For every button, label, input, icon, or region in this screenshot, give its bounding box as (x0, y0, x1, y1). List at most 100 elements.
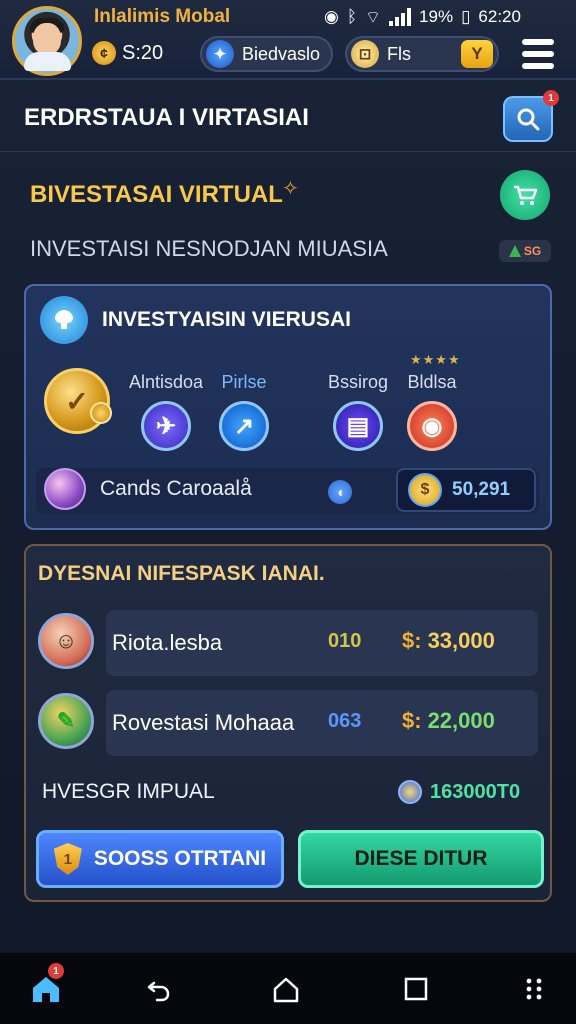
row-name: Riota.lesba (112, 630, 223, 655)
row-name: Rovestasi Mohaaa (112, 710, 295, 735)
summary-icon (398, 780, 422, 804)
page-title: ERDRSTAUA I VIRTASIAI (24, 104, 309, 131)
option-label: Alntisdoa (128, 372, 204, 392)
circle-home-icon (273, 977, 299, 1003)
option-label: Pirlse (221, 372, 267, 392)
header-divider (0, 151, 576, 152)
square-icon (404, 977, 428, 1001)
virtual-title: BIVESTASAI VIRTUAL (30, 181, 283, 208)
menu-button[interactable] (518, 34, 558, 74)
bottom-navigation: 1 (0, 952, 576, 1024)
ticket-icon: ⊡ (351, 40, 379, 68)
menu-icon-line-2 (522, 51, 554, 57)
menu-icon-line-3 (522, 63, 554, 69)
search-button[interactable]: 1 (503, 90, 559, 142)
gold-coin-icon: ✓ (44, 368, 112, 434)
plane-icon: ✈ (141, 401, 191, 451)
back-button[interactable] (131, 963, 187, 1015)
recent-apps-button[interactable] (388, 963, 444, 1015)
row-avatar-brush: ✎ (38, 693, 94, 749)
row-amount-value: 33,000 (427, 628, 495, 653)
growth-icon (40, 296, 88, 344)
coin-counter[interactable]: ¢ S:20 (92, 38, 184, 68)
battery-icon: ▯ (461, 7, 471, 26)
row-avatar-person: ☺ (38, 613, 94, 669)
search-badge: 1 (543, 90, 559, 106)
option-bldlsa[interactable]: Bldlsa ◉ (392, 372, 472, 451)
row-amount: $: 22,000 (402, 708, 495, 734)
portfolio-card-title: DYESNAI NIFESPASK IANAI. (38, 562, 325, 585)
app-name: Inlalimis Mobal (94, 6, 231, 27)
secondary-action-label: DIESE DITUR (354, 847, 488, 870)
balance-pill-label: Biedvaslo (242, 43, 321, 64)
eye-icon: ◉ (324, 7, 339, 26)
battery-text: 19% (419, 7, 454, 26)
bluetooth-icon: ᛒ (346, 7, 358, 26)
profile-avatar[interactable] (12, 6, 82, 76)
dollar-icon: $: (402, 628, 422, 653)
search-icon (517, 108, 540, 131)
coin-icon: ¢ (92, 41, 116, 65)
summary-value-chip: 163000T0 (398, 780, 520, 804)
file-pill[interactable]: ⊡ Fls Y (345, 36, 499, 72)
cart-icon (514, 185, 538, 205)
growth-icon-shape (55, 310, 73, 329)
trophy-icon[interactable]: Y (461, 40, 493, 68)
footer-value-chip[interactable]: $ 50,291 (396, 468, 536, 512)
system-home-button[interactable] (258, 963, 314, 1015)
investment-card-title: INVESTYAISIN VIERUSAI (102, 308, 351, 331)
trend-up-icon (508, 245, 521, 257)
cart-button[interactable] (500, 170, 550, 220)
diamond-icon: ✦ (206, 40, 234, 68)
virtual-subtitle: INVESTAISI NESNODJAN MIUASIA (30, 236, 388, 261)
rating-stars: ★★★★ (410, 352, 461, 367)
status-bar: ◉ ᛒ ⌔ 19% ▯ 62:20 (324, 4, 569, 30)
home-badge: 1 (48, 963, 64, 979)
trend-badge-text: SG (523, 244, 542, 258)
footer-value: 50,291 (452, 479, 511, 500)
chart-icon: ↗ (219, 401, 269, 451)
top-bar: Inlalimis Mobal ¢ S:20 ✦ Biedvaslo ⊡ Fls… (0, 0, 576, 80)
primary-action-button[interactable]: 1 SOOSS OTRTANI (36, 830, 284, 888)
home-button[interactable]: 1 (18, 963, 74, 1015)
option-pirlse[interactable]: Pirlse ↗ (204, 372, 284, 451)
sparkle-icon: ✧ (282, 178, 299, 200)
footer-label: Cands Caroaalå (100, 477, 252, 500)
dots-icon (526, 978, 542, 1000)
app-screen: Inlalimis Mobal ¢ S:20 ✦ Biedvaslo ⊡ Fls… (0, 0, 576, 1024)
portfolio-card: DYESNAI NIFESPASK IANAI. ☺ Riota.lesba 0… (24, 544, 552, 902)
file-pill-label: Fls (387, 43, 411, 64)
info-icon[interactable]: ◖ (328, 480, 352, 504)
portfolio-row[interactable]: ✎ Rovestasi Mohaaa 063 $: 22,000 (38, 690, 538, 756)
row-amount: $: 33,000 (402, 628, 495, 654)
row-amount-value: 22,000 (427, 708, 495, 733)
back-icon (147, 981, 170, 1002)
signal-icon (389, 8, 412, 26)
option-alntisdoa[interactable]: Alntisdoa ✈ (126, 372, 206, 451)
primary-action-label: SOOSS OTRTANI (93, 847, 267, 870)
wifi-icon: ⌔ (365, 7, 382, 27)
avatar-face (33, 23, 61, 55)
row-code: 063 (328, 710, 362, 732)
summary-label: HVESGR IMPUAL (42, 780, 215, 803)
small-coin-icon (90, 402, 112, 424)
footer-coin-icon: $ (408, 473, 442, 507)
investment-card-footer: Cands Caroaalå ◖ $ 50,291 (36, 468, 539, 514)
dollar-icon: $: (402, 708, 422, 733)
shield-icon: 1 (53, 843, 82, 875)
coin-value: S:20 (122, 41, 164, 64)
option-label: Bldlsa (407, 372, 457, 392)
book-icon: ▤ (333, 401, 383, 451)
avatar-shirt (24, 52, 71, 71)
target-icon: ◉ (407, 401, 457, 451)
option-label: Bssirog (327, 372, 389, 392)
option-bssirog[interactable]: Bssirog ▤ (318, 372, 398, 451)
portfolio-row[interactable]: ☺ Riota.lesba 010 $: 33,000 (38, 610, 538, 676)
secondary-action-button[interactable]: DIESE DITUR (298, 830, 544, 888)
row-code: 010 (328, 630, 362, 652)
trend-badge: SG (499, 240, 551, 262)
menu-icon-line-1 (522, 39, 554, 45)
balance-pill[interactable]: ✦ Biedvaslo (200, 36, 333, 72)
planet-icon (44, 468, 86, 510)
more-button[interactable] (506, 963, 562, 1015)
